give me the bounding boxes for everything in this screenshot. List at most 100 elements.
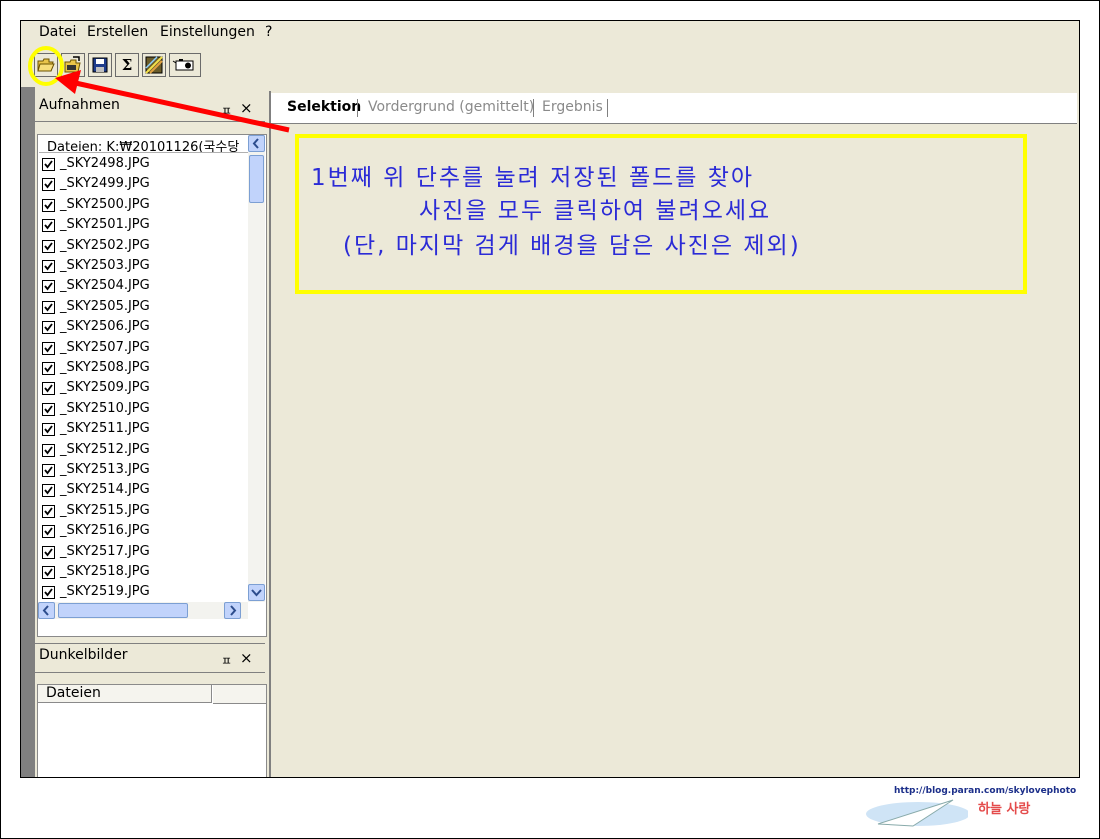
checkbox[interactable] bbox=[42, 178, 55, 192]
file-name: _SKY2518.JPG bbox=[60, 564, 150, 579]
checkmark-icon bbox=[44, 303, 53, 312]
checkbox[interactable] bbox=[42, 525, 55, 539]
scroll-up-button[interactable] bbox=[248, 135, 265, 152]
scroll-down-button[interactable] bbox=[248, 584, 265, 601]
checkmark-icon bbox=[44, 262, 53, 271]
file-name: _SKY2511.JPG bbox=[60, 421, 150, 437]
checkmark-icon bbox=[44, 344, 53, 353]
file-name: _SKY2512.JPG bbox=[60, 441, 150, 457]
menu-einstellungen[interactable]: Einstellungen bbox=[160, 24, 255, 40]
dunkelbilder-title: Dunkelbilder bbox=[39, 647, 128, 663]
checkmark-icon bbox=[44, 588, 53, 597]
checkmark-icon bbox=[44, 323, 53, 332]
red-arrow bbox=[55, 70, 290, 133]
file-name: _SKY2509.JPG bbox=[60, 380, 150, 396]
tab-vordergrund[interactable]: Vordergrund (gemittelt) bbox=[368, 99, 534, 115]
dunkelbilder-list-box[interactable]: Dateien bbox=[37, 684, 267, 777]
checkbox[interactable] bbox=[42, 464, 55, 477]
dunkelbilder-column-header-empty[interactable] bbox=[213, 685, 266, 704]
vertical-scrollbar[interactable] bbox=[248, 135, 265, 602]
checkmark-icon bbox=[44, 527, 53, 536]
file-name: _SKY2505.JPG bbox=[60, 298, 150, 314]
file-name: _SKY2504.JPG bbox=[60, 278, 150, 294]
checkmark-icon bbox=[44, 180, 53, 189]
file-name: _SKY2517.JPG bbox=[60, 543, 150, 559]
checkmark-icon bbox=[44, 507, 53, 516]
watermark: http://blog.paran.com/skylovephoto 하늘 사랑 bbox=[858, 782, 1078, 838]
dunkelbilder-pin-icon[interactable]: ㅍ bbox=[221, 652, 232, 669]
file-name: _SKY2502.JPG bbox=[60, 237, 150, 253]
checkbox[interactable] bbox=[42, 586, 55, 600]
file-name: _SKY2519.JPG bbox=[60, 584, 150, 600]
menu-erstellen[interactable]: Erstellen bbox=[87, 24, 148, 40]
checkmark-icon bbox=[44, 466, 53, 475]
checkbox[interactable] bbox=[42, 484, 55, 498]
checkbox[interactable] bbox=[42, 280, 55, 294]
file-name: _SKY2510.JPG bbox=[60, 400, 150, 416]
checkbox[interactable] bbox=[42, 362, 55, 375]
file-list-header[interactable]: Dateien: K:₩20101126(국수당 bbox=[39, 136, 248, 153]
checkmark-icon bbox=[44, 486, 53, 495]
checkbox[interactable] bbox=[42, 198, 55, 212]
checkmark-icon bbox=[44, 282, 53, 291]
checkbox[interactable] bbox=[42, 382, 55, 396]
file-name: _SKY2500.JPG bbox=[60, 196, 150, 212]
checkbox[interactable] bbox=[42, 545, 55, 559]
checkbox[interactable] bbox=[42, 158, 55, 171]
checkbox[interactable] bbox=[42, 239, 55, 253]
checkbox[interactable] bbox=[42, 566, 55, 579]
tab-ergebnis[interactable]: Ergebnis bbox=[542, 99, 603, 115]
checkmark-icon bbox=[44, 364, 53, 373]
chevron-left-icon bbox=[252, 138, 259, 149]
checkbox[interactable] bbox=[42, 260, 55, 273]
h-scroll-thumb[interactable] bbox=[58, 603, 188, 618]
checkmark-icon bbox=[44, 446, 53, 455]
checkbox[interactable] bbox=[42, 219, 55, 233]
scroll-thumb[interactable] bbox=[249, 155, 264, 203]
menu-bar: Datei Erstellen Einstellungen ? bbox=[21, 21, 1077, 43]
divider bbox=[35, 672, 265, 673]
file-name: _SKY2508.JPG bbox=[60, 360, 150, 375]
horizontal-scrollbar[interactable] bbox=[38, 602, 248, 619]
annotation-line-2: 사진을 모두 클릭하여 불려오세요 bbox=[419, 198, 772, 224]
file-name: _SKY2516.JPG bbox=[60, 523, 150, 539]
scroll-left-button[interactable] bbox=[38, 602, 55, 619]
checkmark-icon bbox=[44, 384, 53, 393]
annotation-box: 1번째 위 단추를 눌려 저장된 폴드를 찾아 사진을 모두 클릭하여 불려오세… bbox=[295, 134, 1027, 294]
left-dock-strip bbox=[21, 87, 35, 777]
watermark-brand: 하늘 사랑 bbox=[978, 802, 1031, 817]
checkmark-icon bbox=[44, 568, 53, 577]
checkbox[interactable] bbox=[42, 423, 55, 437]
checkbox[interactable] bbox=[42, 300, 55, 314]
file-name: _SKY2499.JPG bbox=[60, 176, 150, 192]
checkmark-icon bbox=[44, 242, 53, 251]
checkbox[interactable] bbox=[42, 402, 55, 416]
checkbox[interactable] bbox=[42, 341, 55, 355]
menu-datei[interactable]: Datei bbox=[39, 24, 76, 40]
chevron-left-icon bbox=[42, 605, 49, 616]
tab-strip: Selektion Vordergrund (gemittelt) Ergebn… bbox=[271, 93, 1077, 124]
checkmark-icon bbox=[44, 160, 53, 169]
dunkelbilder-column-header[interactable]: Dateien bbox=[38, 685, 212, 703]
tab-separator bbox=[357, 99, 358, 117]
checkbox[interactable] bbox=[42, 321, 55, 335]
dunkelbilder-close-icon[interactable]: × bbox=[240, 649, 253, 667]
application-window: Datei Erstellen Einstellungen ? Σ Aufnah… bbox=[20, 20, 1080, 778]
file-list[interactable]: _SKY2498.JPG _SKY2499.JPG _SKY2500.JPG _SKY… bbox=[38, 154, 247, 600]
divider bbox=[35, 643, 265, 644]
file-name: _SKY2507.JPG bbox=[60, 339, 150, 355]
annotation-line-3: (단, 마지막 검게 배경을 담은 사진은 제외) bbox=[343, 233, 801, 259]
tab-separator bbox=[533, 99, 534, 117]
aufnahmen-list-box: Dateien: K:₩20101126(국수당 _SKY2498.JPG _SK… bbox=[37, 134, 267, 637]
checkbox[interactable] bbox=[42, 443, 55, 457]
checkmark-icon bbox=[44, 425, 53, 434]
file-name: _SKY2501.JPG bbox=[60, 217, 150, 233]
checkmark-icon bbox=[44, 405, 53, 414]
checkbox[interactable] bbox=[42, 504, 55, 518]
scroll-right-button[interactable] bbox=[224, 602, 241, 619]
chevron-down-icon bbox=[251, 589, 262, 597]
file-name: _SKY2513.JPG bbox=[60, 462, 150, 477]
menu-help[interactable]: ? bbox=[265, 24, 272, 40]
watermark-url: http://blog.paran.com/skylovephoto bbox=[894, 786, 1077, 796]
file-name: _SKY2515.JPG bbox=[60, 502, 150, 518]
